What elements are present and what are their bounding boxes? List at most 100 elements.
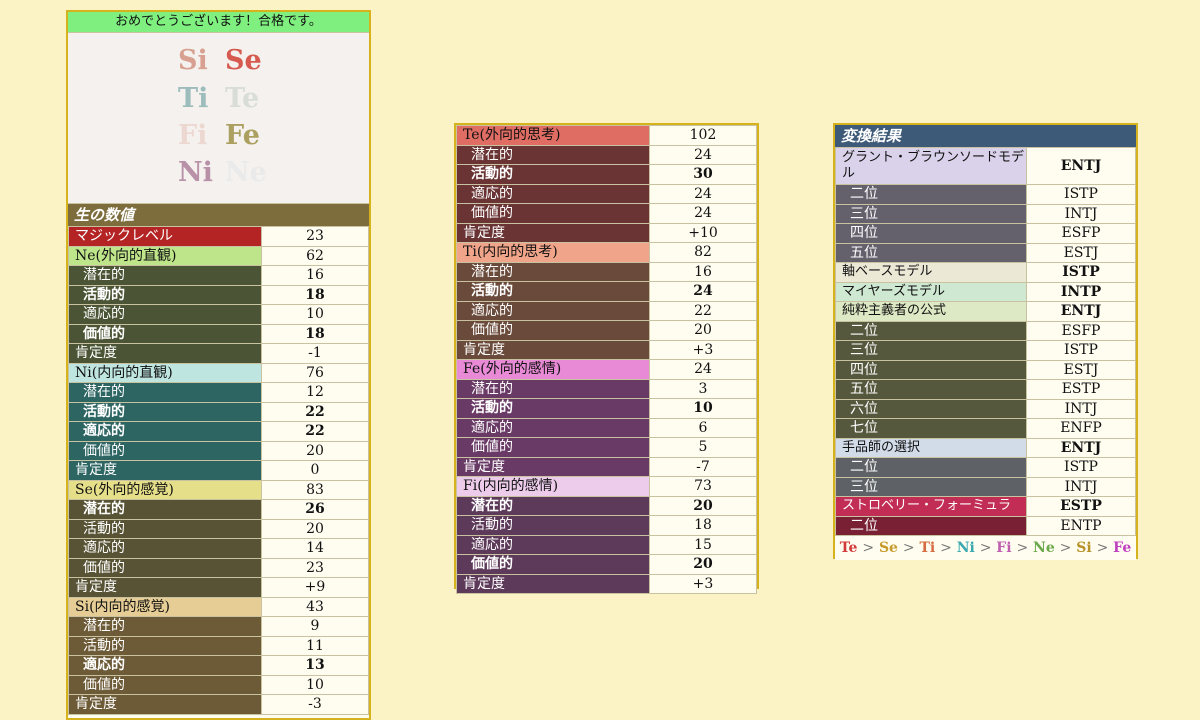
sub-label: 価値的 — [456, 554, 650, 575]
function-sub-row: 価値的 20 — [456, 554, 757, 575]
conversion-results-heading: 変換結果 — [835, 125, 1136, 147]
magic-level-value: 23 — [261, 226, 369, 247]
sub-label: 適応的 — [68, 421, 262, 442]
rank-row: 五位 ESTJ — [835, 242, 1136, 263]
rank-label: 三位 — [835, 340, 1027, 361]
sub-value: 18 — [261, 323, 369, 344]
sub-label: 潜在的 — [68, 499, 262, 520]
sub-label: 潜在的 — [68, 265, 262, 286]
rank-row: 七位 ENFP — [835, 418, 1136, 439]
sub-label: 活動的 — [456, 281, 650, 302]
rank-label: 七位 — [835, 418, 1027, 439]
model-row: 軸ベースモデル ISTP — [835, 262, 1136, 283]
type-result: ISTP — [1026, 457, 1136, 478]
rank-label: 四位 — [835, 359, 1027, 380]
logo-te: Te — [225, 83, 260, 114]
sub-value: 24 — [649, 183, 757, 204]
logo-fe: Fe — [225, 120, 260, 151]
sub-label: 潜在的 — [456, 144, 650, 165]
order-function: Ni — [956, 540, 975, 556]
sub-label: 潜在的 — [456, 378, 650, 399]
sub-label: 価値的 — [456, 437, 650, 458]
order-function: Ne — [1033, 540, 1055, 556]
affirmation-row: 肯定度 -1 — [68, 343, 369, 364]
affirmation-label: 肯定度 — [456, 573, 650, 594]
rank-row: 三位 INTJ — [835, 203, 1136, 224]
sub-label: 活動的 — [456, 515, 650, 536]
sub-value: 20 — [261, 440, 369, 461]
sub-label: 適応的 — [68, 538, 262, 559]
function-sub-row: 適応的 24 — [456, 183, 757, 204]
function-total: 24 — [649, 359, 757, 380]
function-sub-row: 適応的 6 — [456, 417, 757, 438]
affirmation-row: 肯定度 +3 — [456, 573, 757, 594]
function-head-row: Ne(外向的直観) 62 — [68, 245, 369, 266]
sub-label: 活動的 — [68, 284, 262, 305]
rank-row: 二位 ESFP — [835, 320, 1136, 341]
sub-value: 30 — [649, 164, 757, 185]
thinking-feeling-panel: Te(外向的思考) 102 潜在的 24 活動的 30 適応的 24 価値的 24 肯定度 +10 Ti… — [454, 123, 759, 594]
rank-label: 二位 — [835, 320, 1027, 341]
type-result: ESTP — [1026, 379, 1136, 400]
function-sub-row: 適応的 13 — [68, 655, 369, 676]
logo-se: Se — [225, 45, 262, 76]
order-function: Se — [878, 540, 898, 556]
function-name: Si(内向的感覚) — [68, 596, 262, 617]
raw-values-heading: 生の数値 — [68, 204, 369, 226]
type-result: ISTP — [1026, 340, 1136, 361]
rank-row: 四位 ESFP — [835, 223, 1136, 244]
type-result: ESTJ — [1026, 242, 1136, 263]
model-row: マイヤーズモデル INTP — [835, 281, 1136, 302]
function-sub-row: 活動的 18 — [456, 515, 757, 536]
sub-label: 潜在的 — [456, 261, 650, 282]
function-sub-row: 価値的 23 — [68, 557, 369, 578]
order-function: Fi — [996, 540, 1012, 556]
affirmation-value: 0 — [261, 460, 369, 481]
type-result: INTJ — [1026, 476, 1136, 497]
function-sub-row: 適応的 22 — [68, 421, 369, 442]
sub-value: 20 — [649, 320, 757, 341]
rank-label: 二位 — [835, 457, 1027, 478]
function-total: 83 — [261, 479, 369, 500]
function-sub-row: 潜在的 20 — [456, 495, 757, 516]
sub-label: 活動的 — [68, 401, 262, 422]
order-function: Ti — [919, 540, 936, 556]
function-name: Fi(内向的感情) — [456, 476, 650, 497]
function-sub-row: 活動的 20 — [68, 518, 369, 539]
rank-label: 三位 — [835, 476, 1027, 497]
magic-level-row: マジックレベル 23 — [68, 226, 369, 247]
type-result: ENTP — [1026, 515, 1136, 536]
thinking-feeling-table: Te(外向的思考) 102 潜在的 24 活動的 30 適応的 24 価値的 24 肯定度 +10 Ti… — [456, 125, 757, 594]
conversion-results-panel: 変換結果 グラント・ブラウンソードモデル ENTJ 二位 ISTP 三位 INTJ 四位 ES… — [833, 123, 1138, 560]
model-name: マイヤーズモデル — [835, 281, 1027, 302]
sub-label: 価値的 — [456, 203, 650, 224]
sub-label: 価値的 — [68, 674, 262, 695]
type-result: ISTP — [1026, 184, 1136, 205]
type-result: INTJ — [1026, 203, 1136, 224]
affirmation-value: -7 — [649, 456, 757, 477]
model-name: 純粋主義者の公式 — [835, 301, 1027, 322]
function-name: Se(外向的感覚) — [68, 479, 262, 500]
model-row: 手品師の選択 ENTJ — [835, 437, 1136, 458]
affirmation-label: 肯定度 — [456, 222, 650, 243]
rank-row: 二位 ENTP — [835, 515, 1136, 536]
sub-label: 適応的 — [456, 534, 650, 555]
sub-label: 価値的 — [68, 557, 262, 578]
sub-label: 適応的 — [456, 417, 650, 438]
function-head-row: Ti(内向的思考) 82 — [456, 242, 757, 263]
type-result: ENTJ — [1026, 301, 1136, 322]
sub-value: 12 — [261, 382, 369, 403]
function-total: 82 — [649, 242, 757, 263]
function-sub-row: 活動的 18 — [68, 284, 369, 305]
sub-value: 11 — [261, 635, 369, 656]
function-sub-row: 価値的 20 — [68, 440, 369, 461]
function-sub-row: 価値的 10 — [68, 674, 369, 695]
sub-value: 5 — [649, 437, 757, 458]
function-sub-row: 潜在的 12 — [68, 382, 369, 403]
type-result: ESFP — [1026, 223, 1136, 244]
function-sub-row: 価値的 24 — [456, 203, 757, 224]
logo-ne: Ne — [225, 157, 267, 188]
function-head-row: Si(内向的感覚) 43 — [68, 596, 369, 617]
function-sub-row: 潜在的 26 — [68, 499, 369, 520]
function-sub-row: 活動的 22 — [68, 401, 369, 422]
